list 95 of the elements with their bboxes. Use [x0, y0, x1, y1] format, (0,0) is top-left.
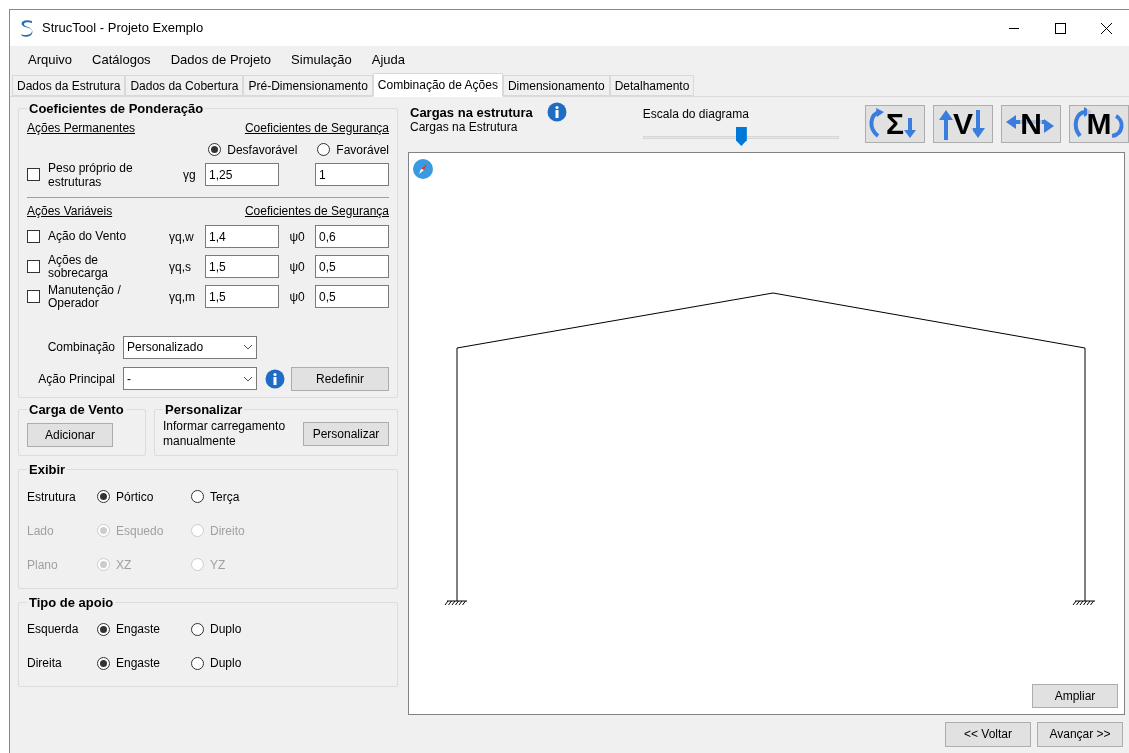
symbol-label: ψ0 — [288, 288, 306, 306]
option-label: Duplo — [210, 655, 242, 672]
menu-item[interactable]: Simulação — [283, 49, 360, 70]
radio-button[interactable] — [208, 143, 222, 156]
section-title: Carga de Vento — [28, 400, 125, 419]
checkbox[interactable] — [27, 260, 40, 273]
radio-button[interactable] — [191, 622, 204, 636]
radio-button[interactable] — [97, 622, 110, 636]
radio-button[interactable] — [317, 143, 331, 156]
input-field[interactable]: 1 — [315, 163, 389, 186]
section-title: Personalizar — [164, 400, 244, 419]
option-label: Esquedo — [116, 522, 164, 540]
section-title: Tipo de apoio — [28, 593, 115, 612]
tab[interactable]: Dimensionamento — [502, 75, 610, 96]
checkbox[interactable] — [27, 230, 40, 243]
add-button[interactable]: Adicionar — [27, 423, 113, 447]
option-label: Direito — [210, 522, 245, 540]
option-label: YZ — [210, 556, 226, 574]
checkbox-label: Ação do Vento — [48, 230, 128, 243]
input-field[interactable]: 0,6 — [315, 225, 389, 248]
dropdown[interactable]: Personalizado — [123, 335, 257, 359]
subsection-heading: Coeficientes de Segurança — [244, 119, 389, 137]
dropdown[interactable]: - — [123, 367, 257, 390]
option-label: Favorável — [336, 141, 389, 159]
tab[interactable]: Pré-Dimensionamento — [243, 75, 373, 96]
symbol-label: γg — [183, 166, 197, 184]
menu-item[interactable]: Arquivo — [20, 49, 81, 70]
reset-button[interactable]: Redefinir — [291, 366, 389, 391]
option-label: Duplo — [210, 621, 242, 638]
option-label: Engaste — [116, 621, 161, 638]
subsection-heading: Ações Variáveis — [27, 202, 113, 220]
checkbox-label: Manutenção / Operador — [48, 283, 122, 310]
caret-icon — [243, 375, 253, 382]
menu-item[interactable]: Dados de Projeto — [162, 49, 280, 70]
row-label: Direita — [27, 655, 63, 672]
row-label: Lado — [27, 522, 55, 540]
tab[interactable]: Dados da Estrutura — [12, 75, 126, 96]
option-label: Terça — [210, 488, 240, 506]
radio-button[interactable] — [191, 656, 204, 670]
option-label: Desfavorável — [227, 141, 298, 159]
section-title: Coeficientes de Ponderação — [28, 100, 205, 118]
diagram-tool-button[interactable]: M — [1069, 105, 1129, 143]
checkbox[interactable] — [27, 290, 40, 303]
tab[interactable]: Dados da Cobertura — [125, 75, 244, 96]
caret-icon — [243, 344, 253, 350]
diagram-tool-button[interactable]: N — [1001, 105, 1061, 143]
checkbox-label: Ações de sobrecarga — [48, 253, 110, 280]
diagram-subtitle: Cargas na Estrutura — [410, 120, 519, 134]
option-label: Engaste — [116, 655, 161, 672]
symbol-label: ψ0 — [288, 228, 306, 246]
window-title: StrucTool - Projeto Exemplo — [42, 19, 204, 38]
diagram-tool-button[interactable]: V — [933, 105, 993, 143]
input-field[interactable]: 1,5 — [205, 255, 279, 278]
radio-button[interactable] — [191, 490, 204, 503]
input-field[interactable]: 1,5 — [205, 285, 279, 308]
diagram-tool-button[interactable]: Σ — [865, 105, 925, 143]
nav-button[interactable]: << Voltar — [945, 721, 1031, 747]
input-field[interactable]: 0,5 — [315, 285, 389, 308]
row-label: Plano — [27, 556, 59, 574]
tab[interactable]: Combinação de Ações — [372, 73, 503, 97]
symbol-label: γq,w — [169, 228, 195, 246]
subsection-heading: Coeficientes de Segurança — [244, 202, 389, 220]
customize-button[interactable]: Personalizar — [303, 422, 389, 446]
compass-icon — [413, 159, 433, 179]
symbol-label: ψ0 — [288, 258, 306, 276]
symbol-label: γq,m — [169, 288, 196, 306]
checkbox[interactable] — [27, 168, 40, 181]
row-label: Esquerda — [27, 621, 80, 638]
menu-item[interactable]: Catálogos — [84, 49, 159, 70]
radio-button[interactable] — [97, 490, 110, 503]
input-field[interactable]: 1,4 — [205, 225, 279, 248]
diagram-title: Cargas na estrutura — [410, 105, 533, 120]
scale-slider[interactable] — [642, 127, 839, 147]
radio-button[interactable] — [97, 656, 110, 670]
zoom-button[interactable]: Ampliar — [1032, 684, 1118, 708]
option-label: Pórtico — [116, 488, 154, 506]
slider-thumb[interactable] — [735, 127, 747, 146]
tab[interactable]: Detalhamento — [609, 75, 695, 96]
subsection-heading: Ações Permanentes — [27, 119, 136, 137]
option-label: XZ — [116, 556, 132, 574]
app-logo-icon — [20, 19, 34, 37]
description-text: Informar carregamento manualmente — [163, 419, 287, 449]
info-icon[interactable] — [265, 368, 285, 389]
section-title: Exibir — [28, 461, 67, 479]
info-icon[interactable] — [546, 102, 567, 122]
slider-label: Escala do diagrama — [642, 106, 750, 123]
row-label: Estrutura — [27, 488, 77, 506]
input-field[interactable]: 0,5 — [315, 255, 389, 278]
symbol-label: γq,s — [169, 258, 192, 276]
field-label: Combinação — [46, 339, 116, 356]
checkbox-label: Peso próprio de estruturas — [48, 160, 134, 189]
input-field[interactable]: 1,25 — [205, 163, 279, 186]
menu-item[interactable]: Ajuda — [363, 49, 414, 70]
field-label: Ação Principal — [37, 370, 116, 388]
nav-button[interactable]: Avançar >> — [1037, 721, 1123, 747]
